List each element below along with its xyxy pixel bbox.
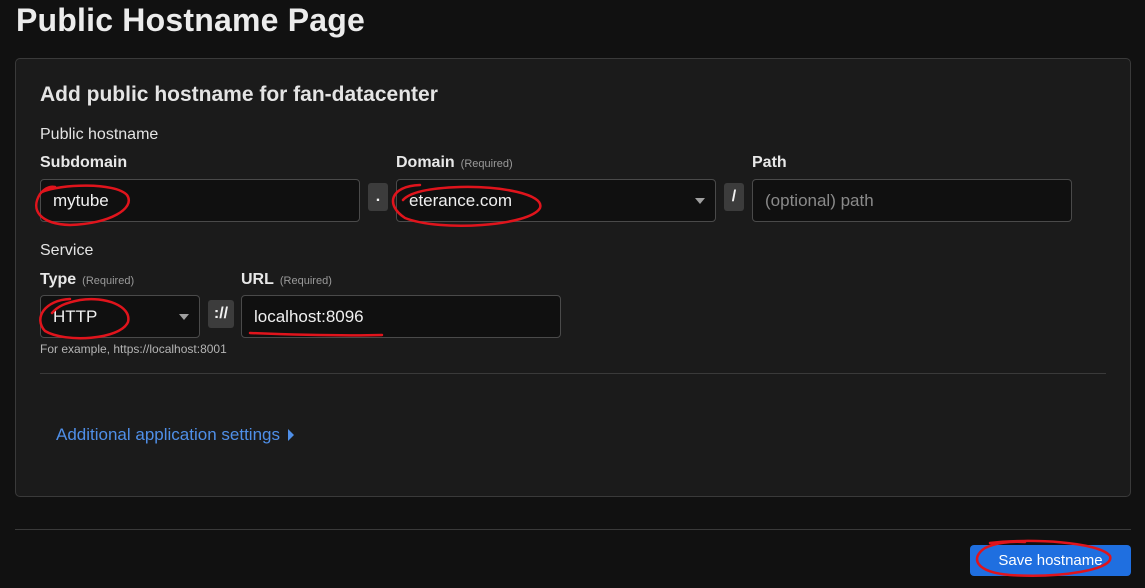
scheme-separator: :// (208, 300, 234, 328)
chevron-down-icon (695, 198, 705, 204)
domain-required: (Required) (460, 158, 513, 170)
url-hint: For example, https://localhost:8001 (40, 342, 227, 356)
url-required: (Required) (279, 275, 332, 287)
dot-separator: . (368, 183, 388, 211)
chevron-down-icon (179, 314, 189, 320)
additional-settings-label: Additional application settings (56, 425, 280, 444)
card-title: Add public hostname for fan-datacenter (40, 83, 438, 106)
url-label: URL (Required) (241, 271, 332, 288)
caret-right-icon (287, 429, 294, 441)
path-placeholder: (optional) path (765, 190, 874, 210)
url-input[interactable]: localhost:8096 (241, 295, 561, 338)
service-label: Service (40, 242, 94, 259)
save-hostname-button[interactable]: Save hostname (970, 545, 1131, 576)
domain-value: eterance.com (409, 190, 512, 210)
footer-divider (15, 529, 1131, 530)
type-value: HTTP (53, 306, 98, 326)
page-title: Public Hostname Page (16, 2, 365, 38)
path-label: Path (752, 154, 787, 171)
domain-select[interactable]: eterance.com (396, 179, 716, 222)
path-input[interactable]: (optional) path (752, 179, 1072, 222)
type-label: Type (Required) (40, 271, 135, 288)
subdomain-input[interactable]: mytube (40, 179, 360, 222)
card-divider (40, 373, 1106, 374)
type-select[interactable]: HTTP (40, 295, 200, 338)
url-value: localhost:8096 (254, 306, 364, 326)
type-required: (Required) (82, 275, 135, 287)
domain-label: Domain (Required) (396, 154, 513, 171)
subdomain-value: mytube (53, 190, 109, 210)
additional-settings-link[interactable]: Additional application settings (56, 425, 294, 445)
add-hostname-card: Add public hostname for fan-datacenter P… (15, 58, 1131, 497)
slash-separator: / (724, 183, 744, 211)
public-hostname-label: Public hostname (40, 126, 159, 143)
subdomain-label: Subdomain (40, 154, 128, 171)
